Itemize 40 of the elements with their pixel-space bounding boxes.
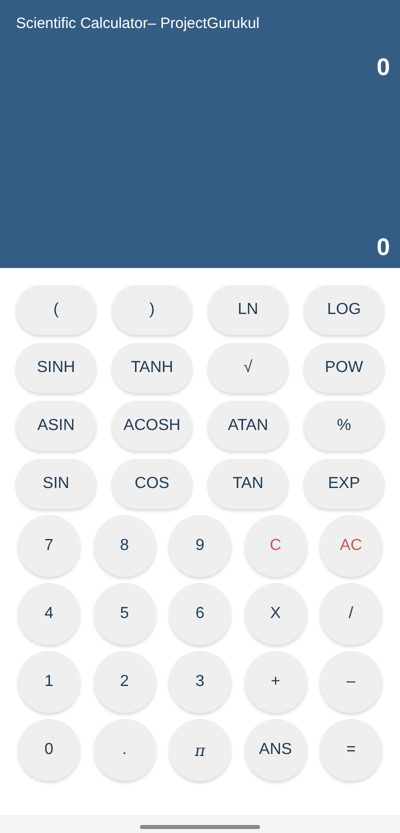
calculator-key[interactable]: 7	[18, 515, 80, 577]
function-key[interactable]: ATAN	[208, 401, 288, 451]
result-display: 0	[376, 234, 390, 262]
function-key[interactable]: SINH	[16, 343, 96, 393]
function-key[interactable]: COS	[112, 459, 192, 509]
calculator-key[interactable]: 4	[18, 583, 80, 645]
calculator-key[interactable]: /	[320, 583, 382, 645]
app-title: Scientific Calculator– ProjectGurukul	[16, 14, 260, 34]
function-key[interactable]: )	[112, 285, 192, 335]
calculator-key[interactable]: +	[244, 651, 306, 713]
calculator-key[interactable]: 3	[169, 651, 231, 713]
function-key[interactable]: LOG	[304, 285, 384, 335]
calculator-key[interactable]: 1	[18, 651, 80, 713]
calculator-key[interactable]: 8	[94, 515, 156, 577]
calculator-key[interactable]: .	[94, 719, 156, 781]
function-key[interactable]: LN	[208, 285, 288, 335]
calculator-key[interactable]: π	[169, 719, 231, 781]
function-key[interactable]: (	[16, 285, 96, 335]
function-key[interactable]: TANH	[112, 343, 192, 393]
calculator-key[interactable]: C	[244, 515, 306, 577]
calculator-key[interactable]: ANS	[244, 719, 306, 781]
function-key[interactable]: SIN	[16, 459, 96, 509]
function-key[interactable]: %	[304, 401, 384, 451]
function-key[interactable]: ASIN	[16, 401, 96, 451]
calculator-key[interactable]: 9	[169, 515, 231, 577]
function-key[interactable]: ACOSH	[112, 401, 192, 451]
calculator-key[interactable]: AC	[320, 515, 382, 577]
calculator-key[interactable]: 5	[94, 583, 156, 645]
calculator-key[interactable]: 2	[94, 651, 156, 713]
calculator-key[interactable]: –	[320, 651, 382, 713]
calculator-key[interactable]: =	[320, 719, 382, 781]
function-key[interactable]: POW	[304, 343, 384, 393]
function-key[interactable]: EXP	[304, 459, 384, 509]
expression-display: 0	[376, 54, 390, 82]
calculator-key[interactable]: 0	[18, 719, 80, 781]
home-indicator[interactable]	[140, 825, 260, 829]
calculator-key[interactable]: X	[244, 583, 306, 645]
function-key[interactable]: TAN	[208, 459, 288, 509]
calculator-key[interactable]: 6	[169, 583, 231, 645]
function-key[interactable]: √	[208, 343, 288, 393]
